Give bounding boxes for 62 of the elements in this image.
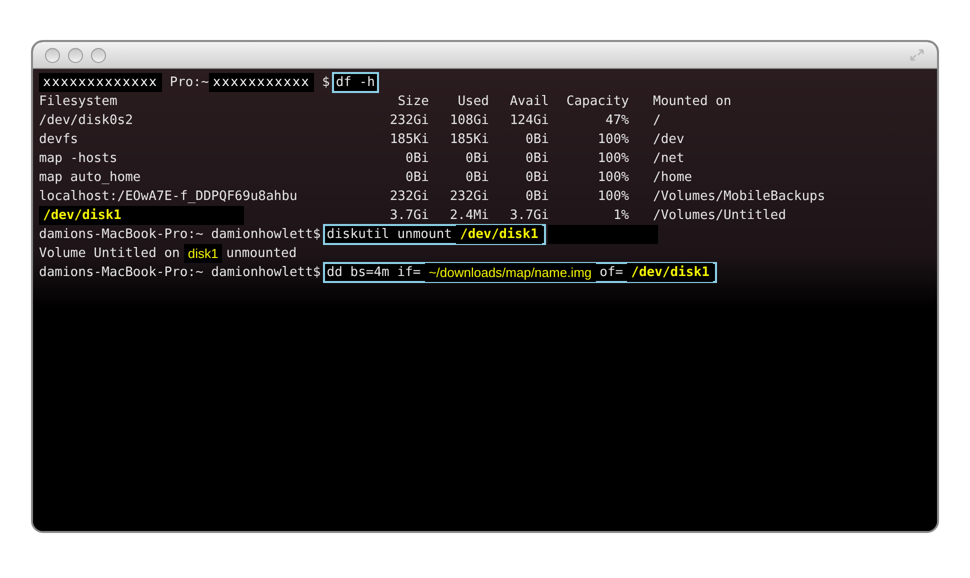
terminal-text: diskutil unmount	[326, 226, 452, 244]
resize-icon[interactable]	[909, 48, 925, 62]
column-header: Mounted on	[652, 92, 732, 111]
terminal-text: dd bs=4m if=	[326, 264, 421, 282]
column-header: Used	[456, 92, 489, 111]
highlighted-text: ~/downloads/map/name.img	[424, 262, 596, 282]
table-cell: 2.4Mi	[450, 208, 489, 223]
terminal-text: of=	[600, 264, 624, 282]
terminal-text: damions-MacBook-Pro:~ damionhowlett$	[39, 264, 321, 282]
column-header: Filesystem	[39, 92, 118, 111]
table-cell: 0Bi	[526, 170, 549, 185]
table-cell: 185Ki	[390, 132, 429, 147]
table-cell: 3.7Gi	[390, 208, 429, 223]
column-header: Capacity	[565, 92, 629, 111]
table-cell: 0Bi	[466, 150, 489, 166]
table-cell: 100%	[598, 132, 629, 147]
table-cell: /Volumes/Untitled	[653, 208, 786, 223]
column-header: Avail	[508, 92, 549, 111]
table-cell: 108Gi	[450, 112, 489, 128]
window-control-button[interactable]	[91, 48, 106, 62]
table-cell: 100%	[598, 150, 629, 166]
table-cell: 232Gi	[390, 112, 429, 128]
table-cell: map -hosts	[39, 150, 118, 166]
table-cell: 232Gi	[390, 188, 429, 204]
highlighted-text: /dev/disk1	[39, 206, 244, 226]
table-cell: localhost:/EOwA7E-f_DDPQF69u8ahbu	[39, 188, 298, 204]
terminal-text: Volume Untitled on	[39, 244, 180, 263]
table-cell: devfs	[39, 132, 78, 147]
redacted-text: xxxxxxxxxxx	[208, 72, 314, 92]
table-cell: /dev	[653, 132, 684, 147]
table-cell: 100%	[598, 188, 629, 204]
terminal-text: $	[322, 74, 330, 92]
table-cell: 0Bi	[526, 150, 549, 166]
table-cell: 0Bi	[406, 150, 429, 166]
table-cell: map auto_home	[39, 170, 141, 185]
table-cell: 0Bi	[466, 170, 489, 185]
column-header: Size	[396, 92, 429, 111]
table-cell: 0Bi	[526, 188, 549, 204]
table-cell: 47%	[606, 112, 629, 128]
highlighted-text: /dev/disk1	[627, 262, 714, 282]
table-cell: 185Ki	[450, 132, 489, 147]
table-cell: 124Gi	[510, 112, 549, 128]
window-control-button[interactable]	[45, 48, 60, 62]
table-cell: 0Bi	[526, 132, 549, 147]
table-cell: 1%	[613, 208, 629, 223]
redacted-text: xxxxxxxxxxxxx	[39, 72, 162, 92]
table-cell: /home	[653, 170, 692, 185]
table-cell: 232Gi	[450, 188, 489, 204]
table-cell: 3.7Gi	[510, 208, 549, 223]
highlighted-text: disk1	[184, 244, 222, 264]
table-cell: 0Bi	[406, 170, 429, 185]
table-cell: 100%	[598, 170, 629, 185]
table-cell: /	[653, 112, 661, 128]
terminal-text: damions-MacBook-Pro:~ damionhowlett$	[39, 226, 321, 244]
terminal-text: Pro:~	[170, 74, 209, 92]
terminal-text: df -h	[336, 74, 375, 92]
window-control-button[interactable]	[68, 48, 83, 62]
table-cell: /Volumes/MobileBackups	[653, 188, 826, 204]
highlighted-text: /dev/disk1	[456, 224, 542, 244]
table-cell: /dev/disk0s2	[39, 112, 133, 128]
terminal-text: unmounted	[226, 244, 297, 263]
table-cell: /net	[653, 150, 684, 166]
